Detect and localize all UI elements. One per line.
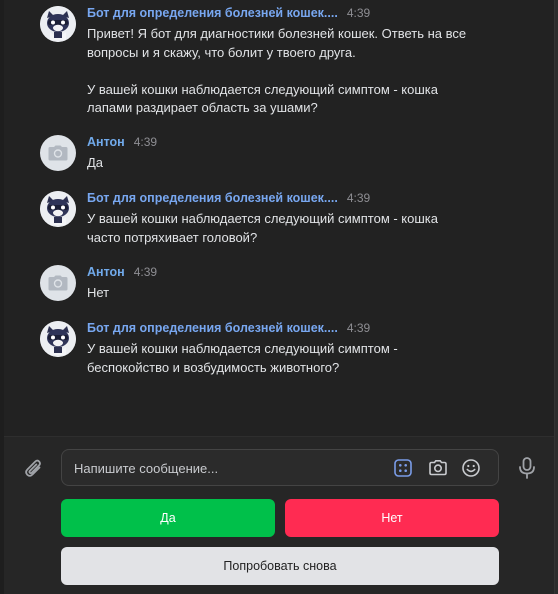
cat-avatar-icon: [40, 191, 76, 227]
keyboard-toggle-icon[interactable]: [275, 588, 284, 594]
camera-placeholder-icon: [48, 145, 68, 161]
paperclip-icon[interactable]: [22, 456, 46, 480]
message-text: У вашей кошки наблюдается следующий симп…: [87, 341, 398, 375]
message-time: 4:39: [346, 321, 371, 335]
message-body: Антон 4:39 Да: [87, 135, 507, 173]
camera-placeholder-icon: [48, 275, 68, 291]
message-text: Да: [87, 155, 104, 170]
message-time: 4:39: [346, 6, 371, 20]
emoji-icon[interactable]: [461, 458, 481, 478]
keyboard-grid-icon[interactable]: [393, 458, 413, 478]
message-body: Бот для определения болезней кошек.... 4…: [87, 6, 507, 118]
message-body: Антон 4:39 Нет: [87, 265, 507, 303]
message-body: Бот для определения болезней кошек.... 4…: [87, 191, 507, 247]
message-input[interactable]: [74, 458, 374, 478]
message-header: Бот для определения болезней кошек.... 4…: [87, 6, 507, 24]
message-time: 4:39: [133, 265, 158, 279]
message-header: Бот для определения болезней кошек.... 4…: [87, 191, 507, 209]
bot-avatar[interactable]: [40, 6, 76, 42]
author-name[interactable]: Антон: [87, 135, 125, 149]
chat-window: Бот для определения болезней кошек.... 4…: [0, 0, 558, 594]
message-input-box[interactable]: [61, 449, 499, 486]
bot-avatar[interactable]: [40, 191, 76, 227]
message-time: 4:39: [133, 135, 158, 149]
no-button[interactable]: Нет: [285, 499, 499, 537]
retry-button[interactable]: Попробовать снова: [61, 547, 499, 585]
message-header: Антон 4:39: [87, 265, 507, 283]
user-avatar[interactable]: [40, 265, 76, 301]
camera-icon[interactable]: [428, 458, 448, 478]
message-text: У вашей кошки наблюдается следующий симп…: [87, 211, 438, 245]
message-header: Антон 4:39: [87, 135, 507, 153]
cat-avatar-icon: [40, 6, 76, 42]
message-header: Бот для определения болезней кошек.... 4…: [87, 321, 507, 339]
message-body: Бот для определения болезней кошек.... 4…: [87, 321, 507, 377]
author-name[interactable]: Бот для определения болезней кошек....: [87, 6, 338, 20]
bot-avatar[interactable]: [40, 321, 76, 357]
author-name[interactable]: Бот для определения болезней кошек....: [87, 191, 338, 205]
microphone-icon[interactable]: [516, 456, 538, 480]
yes-button[interactable]: Да: [61, 499, 275, 537]
message-time: 4:39: [346, 191, 371, 205]
message-list: Бот для определения болезней кошек.... 4…: [0, 0, 554, 436]
message-text: Нет: [87, 285, 110, 300]
cat-avatar-icon: [40, 321, 76, 357]
scrollbar[interactable]: [554, 0, 558, 594]
author-name[interactable]: Антон: [87, 265, 125, 279]
author-name[interactable]: Бот для определения болезней кошек....: [87, 321, 338, 335]
user-avatar[interactable]: [40, 135, 76, 171]
message-text: Привет! Я бот для диагностики болезней к…: [87, 26, 467, 115]
